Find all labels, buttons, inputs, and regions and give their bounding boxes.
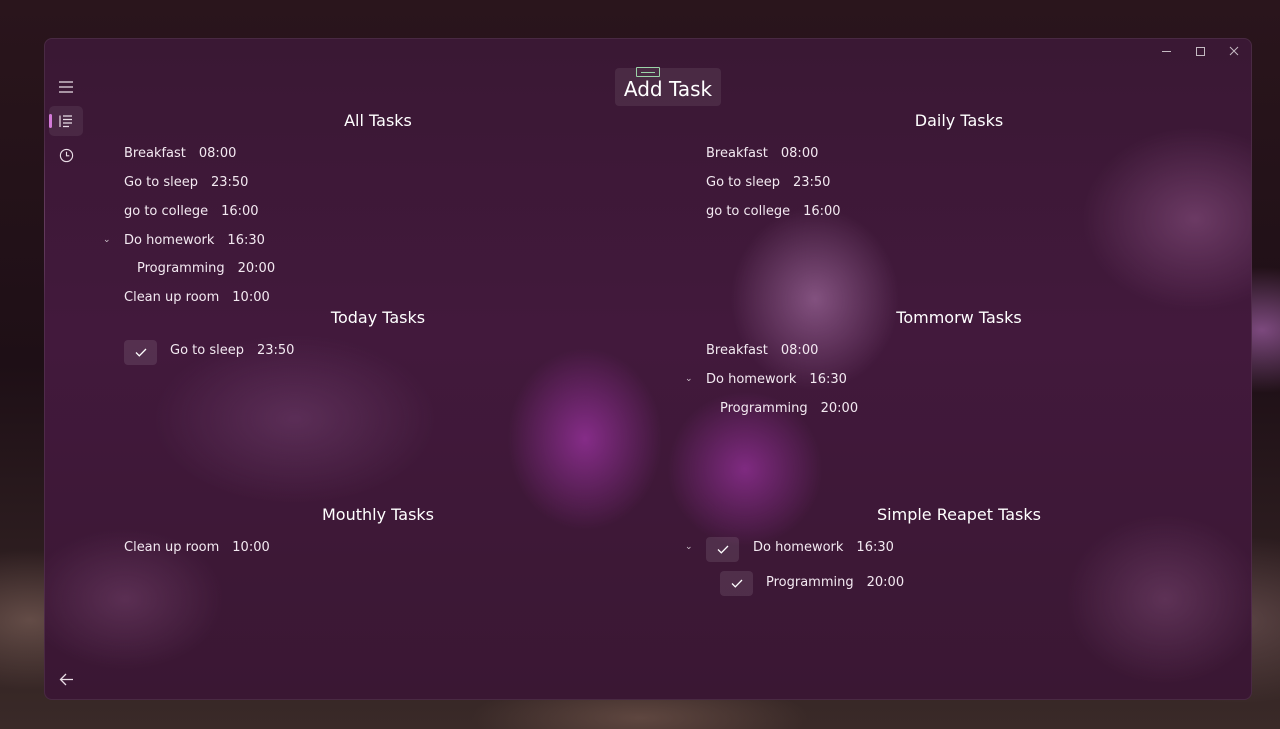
subtask-item[interactable]: Programming 20:00 [137, 261, 275, 276]
task-item[interactable]: Breakfast 08:00 [706, 343, 818, 358]
monthly-tasks-title: Mouthly Tasks [321, 505, 435, 524]
hamburger-menu-icon [59, 81, 73, 93]
add-task-button[interactable]: Add Task [615, 67, 721, 106]
today-tasks-title: Today Tasks [330, 308, 426, 327]
keyboard-icon [636, 67, 660, 77]
nav-item-history[interactable] [49, 140, 83, 170]
bulleted-list-icon [59, 115, 72, 128]
all-tasks-title: All Tasks [344, 111, 412, 130]
checkmark-icon [731, 579, 742, 588]
daily-tasks-title: Daily Tasks [914, 111, 1004, 130]
subtask-item[interactable]: Programming 20:00 [720, 401, 858, 416]
back-button[interactable] [49, 664, 83, 694]
task-item[interactable]: Go to sleep 23:50 [124, 175, 248, 190]
minimize-icon [1161, 50, 1171, 52]
task-item[interactable]: Do homework 16:30 [706, 372, 847, 387]
selection-indicator [49, 114, 52, 128]
task-item[interactable]: Clean up room 10:00 [124, 290, 270, 305]
chevron-down-icon[interactable]: ⌄ [685, 374, 693, 384]
task-item[interactable]: Do homework 16:30 [753, 540, 894, 555]
task-checkbox[interactable] [124, 340, 157, 365]
simple-repeat-tasks-title: Simple Reapet Tasks [877, 505, 1041, 524]
checkmark-icon [135, 348, 146, 357]
task-item[interactable]: Clean up room 10:00 [124, 540, 270, 555]
checkmark-icon [717, 545, 728, 554]
task-item[interactable]: go to college 16:00 [124, 204, 259, 219]
maximize-button[interactable] [1183, 39, 1217, 63]
chevron-down-icon[interactable]: ⌄ [103, 235, 111, 245]
task-item[interactable]: Do homework 16:30 [124, 233, 265, 248]
app-window: Add Task All Tasks Breakfast 08:00 Go to … [44, 38, 1252, 700]
back-arrow-icon [59, 673, 73, 685]
close-button[interactable] [1217, 39, 1251, 63]
menu-toggle-button[interactable] [49, 72, 83, 102]
task-checkbox[interactable] [720, 571, 753, 596]
close-icon [1229, 46, 1239, 56]
task-item[interactable]: Breakfast 08:00 [706, 146, 818, 161]
clock-icon [59, 148, 73, 162]
task-item[interactable]: Go to sleep 23:50 [706, 175, 830, 190]
task-item[interactable]: Breakfast 08:00 [124, 146, 236, 161]
maximize-icon [1195, 46, 1205, 56]
nav-item-tasks[interactable] [49, 106, 83, 136]
task-item[interactable]: go to college 16:00 [706, 204, 841, 219]
tomorrow-tasks-title: Tommorw Tasks [896, 308, 1022, 327]
add-task-label: Add Task [623, 77, 713, 101]
task-checkbox[interactable] [706, 537, 739, 562]
subtask-item[interactable]: Programming 20:00 [766, 575, 904, 590]
chevron-down-icon[interactable]: ⌄ [685, 542, 693, 552]
task-item[interactable]: Go to sleep 23:50 [170, 343, 294, 358]
window-caption-buttons [1149, 39, 1251, 63]
minimize-button[interactable] [1149, 39, 1183, 63]
